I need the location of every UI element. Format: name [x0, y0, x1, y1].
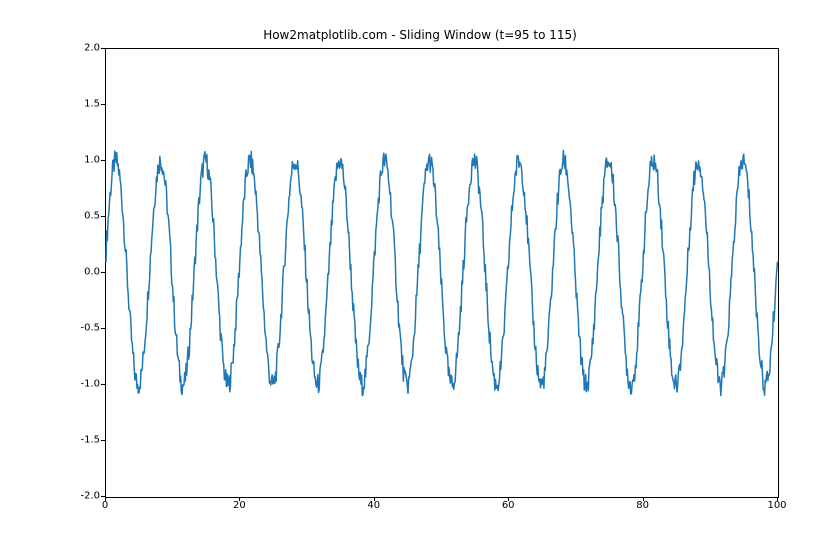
xtick-label: 60 — [502, 500, 515, 511]
ytick-label: 2.0 — [60, 43, 100, 54]
axes-frame — [105, 48, 779, 498]
xtick-label: 100 — [767, 500, 786, 511]
ytick-label: 0.0 — [60, 267, 100, 278]
ytick-label: 1.0 — [60, 155, 100, 166]
xtick-label: 0 — [102, 500, 108, 511]
ytick-label: -1.5 — [60, 435, 100, 446]
xtick-label: 40 — [367, 500, 380, 511]
xtick-label: 80 — [636, 500, 649, 511]
figure: How2matplotlib.com - Sliding Window (t=9… — [0, 0, 840, 560]
ytick-label: -0.5 — [60, 323, 100, 334]
ytick-label: 1.5 — [60, 99, 100, 110]
ytick-label: -2.0 — [60, 491, 100, 502]
ytick-label: -1.0 — [60, 379, 100, 390]
plot-area — [106, 49, 778, 497]
series-line — [106, 150, 778, 395]
ytick-label: 0.5 — [60, 211, 100, 222]
chart-title: How2matplotlib.com - Sliding Window (t=9… — [0, 28, 840, 42]
xtick-label: 20 — [233, 500, 246, 511]
